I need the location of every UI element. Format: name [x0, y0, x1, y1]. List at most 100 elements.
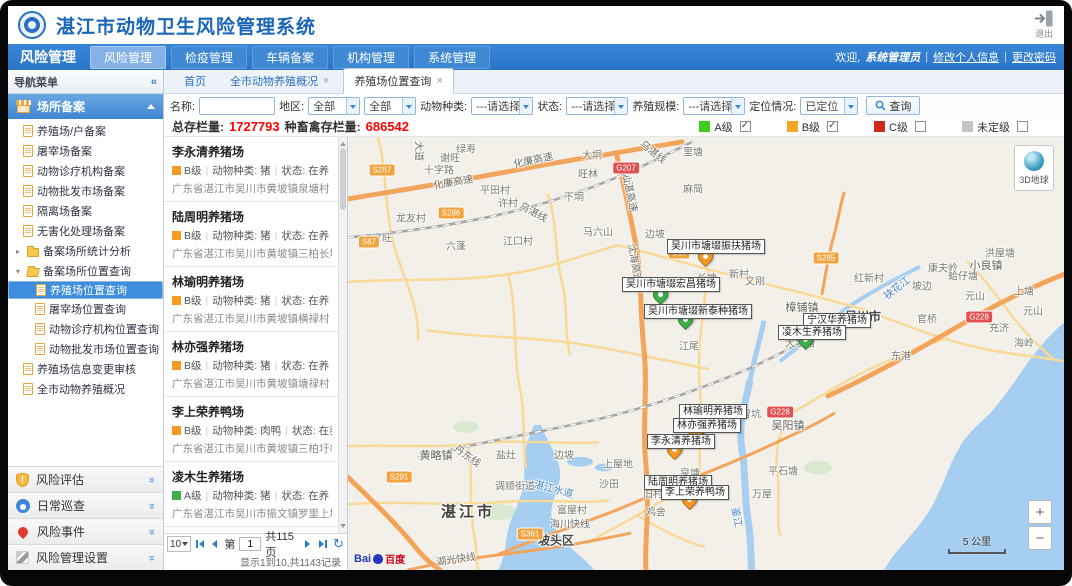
legend-checkbox[interactable]: [740, 121, 751, 132]
map-place-label: 鸡舍: [646, 504, 666, 519]
species-select[interactable]: ---请选择---: [471, 97, 533, 115]
first-page-button[interactable]: [195, 537, 206, 551]
farm-marker-label[interactable]: 林亦强养猪场: [673, 418, 741, 433]
search-button[interactable]: 查询: [866, 96, 920, 115]
farm-marker-label[interactable]: 吴川市塘㙍新泰种猪场: [644, 304, 752, 319]
legend-checkbox[interactable]: [915, 121, 926, 132]
close-tab-icon[interactable]: ×: [323, 75, 329, 87]
sidebar-item[interactable]: 全市动物养殖概况: [8, 379, 163, 399]
sidebar-item[interactable]: ▾备案场所位置查询: [8, 261, 163, 281]
collapse-sidebar-button[interactable]: «: [151, 76, 157, 88]
top-nav-tabs: 风险管理检疫管理车辆备案机构管理系统管理: [90, 46, 490, 69]
doc-icon: [23, 165, 33, 177]
sidebar-item[interactable]: 动物诊疗机构备案: [8, 161, 163, 181]
divider: |: [275, 165, 278, 177]
next-page-button[interactable]: [302, 537, 313, 551]
sidebar-accordion-police[interactable]: 日常巡查«: [8, 492, 163, 518]
accordion-label: 风险管理设置: [36, 549, 108, 566]
scale-bar: [948, 549, 1006, 554]
status-select[interactable]: ---请选择---: [566, 97, 628, 115]
sidebar-item[interactable]: 动物批发市场备案: [8, 181, 163, 201]
sidebar-item[interactable]: ▸备案场所统计分析: [8, 241, 163, 261]
farm-marker-label[interactable]: 李永清养猪场: [647, 434, 715, 449]
select-value: ---请选择---: [472, 98, 519, 114]
divider: |: [275, 295, 278, 307]
sidebar-accordion-tools[interactable]: 风险管理设置«: [8, 544, 163, 570]
map-place-label: 充济: [989, 320, 1009, 335]
sidebar-item[interactable]: 养殖场/户备案: [8, 121, 163, 141]
farm-marker-label[interactable]: 吴川市塘㙍宏昌猪场: [622, 277, 720, 292]
sidebar-item[interactable]: 动物批发市场位置查询: [8, 339, 163, 359]
farm-list-item[interactable]: 李上荣养鸭场B级|动物种类: 肉鸭|状态: 在养广东省湛江市吴川市黄坡镇三柏圩村: [164, 397, 338, 462]
tree-toggle-icon[interactable]: ▾: [16, 267, 23, 276]
farm-marker-label[interactable]: 李上荣养鸭场: [661, 485, 729, 500]
region-select-1[interactable]: 全部: [308, 97, 360, 115]
globe-3d-button[interactable]: 3D地球: [1014, 145, 1054, 191]
sidebar-item[interactable]: 养殖场位置查询: [8, 281, 163, 299]
edit-profile-link[interactable]: 修改个人信息: [933, 49, 999, 65]
map[interactable]: 化廉高速化廉高速乌湛线乌湛线汕湛高速沈海高速大道谢旺绿寿官旺龙友村十字路平田村许…: [348, 137, 1064, 570]
prev-page-button[interactable]: [209, 537, 220, 551]
scrollbar[interactable]: [338, 137, 347, 533]
content-tab-1[interactable]: 首页: [174, 69, 216, 93]
name-input[interactable]: [199, 97, 275, 115]
refresh-button[interactable]: ↻: [333, 536, 344, 552]
scroll-up-icon[interactable]: [340, 139, 346, 146]
region-select-2[interactable]: 全部: [364, 97, 416, 115]
scrollbar-thumb[interactable]: [340, 148, 346, 210]
grade-swatch: [172, 166, 181, 175]
scroll-down-icon[interactable]: [340, 524, 346, 531]
sidebar-item[interactable]: 无害化处理场备案: [8, 221, 163, 241]
name-label: 名称:: [170, 98, 195, 114]
divider: |: [1004, 51, 1007, 63]
page-input[interactable]: [239, 537, 261, 551]
farm-status: 状态: 在养: [281, 358, 329, 373]
farm-species: 动物种类: 肉鸭: [212, 423, 281, 438]
legend-checkbox[interactable]: [827, 121, 838, 132]
logout-icon: [1034, 10, 1054, 27]
top-nav-tab-5[interactable]: 系统管理: [414, 46, 490, 69]
sidebar-item[interactable]: 隔离场备案: [8, 201, 163, 221]
farm-list-item[interactable]: 陆周明养猪场B级|动物种类: 猪|状态: 在养广东省湛江市吴川市黄坡镇三柏长坡村: [164, 202, 338, 267]
change-password-link[interactable]: 更改密码: [1012, 49, 1056, 65]
top-nav-tab-2[interactable]: 检疫管理: [171, 46, 247, 69]
sidebar-item[interactable]: 屠宰场位置查询: [8, 299, 163, 319]
content-tab-3[interactable]: 养殖场位置查询×: [343, 68, 453, 94]
sidebar-accordion-shield[interactable]: !风险评估«: [8, 466, 163, 492]
zoom-out-button[interactable]: −: [1028, 526, 1052, 550]
farm-list-item[interactable]: 李永清养猪场B级|动物种类: 猪|状态: 在养广东省湛江市吴川市黄坡镇泉塘村: [164, 137, 338, 202]
top-nav-tab-4[interactable]: 机构管理: [333, 46, 409, 69]
nav-menu-header: 导航菜单 «: [8, 70, 163, 94]
map-place-label: 湛江市: [441, 501, 495, 522]
farm-list-item[interactable]: 林瑜明养猪场B级|动物种类: 猪|状态: 在养广东省湛江市吴川市黄坡镇横禄村: [164, 267, 338, 332]
farm-list-item[interactable]: 林亦强养猪场B级|动物种类: 猪|状态: 在养广东省湛江市吴川市黄坡镇塘禄村: [164, 332, 338, 397]
sidebar-item[interactable]: 动物诊疗机构位置查询: [8, 319, 163, 339]
sidebar-item[interactable]: 屠宰场备案: [8, 141, 163, 161]
top-nav-tab-1[interactable]: 风险管理: [90, 46, 166, 69]
app-title: 湛江市动物卫生风险管理系统: [56, 12, 316, 39]
sidebar-section-places[interactable]: 场所备案: [8, 94, 163, 119]
sidebar-accordion-pin[interactable]: 风险事件«: [8, 518, 163, 544]
tools-icon: [16, 551, 29, 564]
map-place-label: 富屋村: [557, 502, 587, 517]
farm-list-item[interactable]: 凌木生养猪场A级|动物种类: 猪|状态: 在养广东省湛江市吴川市振文镇罗里上地村: [164, 462, 338, 527]
tree-toggle-icon[interactable]: ▸: [16, 247, 23, 256]
farm-marker-label[interactable]: 吴川市塘㙍振扶猪场: [667, 239, 765, 254]
doc-icon: [23, 125, 33, 137]
logout-button[interactable]: 退出: [1034, 10, 1054, 40]
top-nav-tab-3[interactable]: 车辆备案: [252, 46, 328, 69]
map-place-label: 元山: [1023, 303, 1043, 318]
farm-marker-label[interactable]: 凌木生养猪场: [778, 325, 846, 340]
farm-address: 广东省湛江市吴川市黄坡镇泉塘村: [172, 181, 332, 196]
zoom-in-button[interactable]: +: [1028, 500, 1052, 524]
last-page-button[interactable]: [317, 537, 328, 551]
scale-select[interactable]: ---请选择---: [683, 97, 745, 115]
farm-marker-label[interactable]: 林瑜明养猪场: [679, 404, 747, 419]
content-tab-2[interactable]: 全市动物养殖概况×: [220, 69, 339, 93]
location-select[interactable]: 已定位: [800, 97, 858, 115]
legend-checkbox[interactable]: [1017, 121, 1028, 132]
folder-icon: [27, 248, 39, 257]
sidebar-item[interactable]: 养殖场信息变更审核: [8, 359, 163, 379]
page-size-select[interactable]: 10: [167, 536, 191, 552]
close-tab-icon[interactable]: ×: [436, 75, 442, 87]
